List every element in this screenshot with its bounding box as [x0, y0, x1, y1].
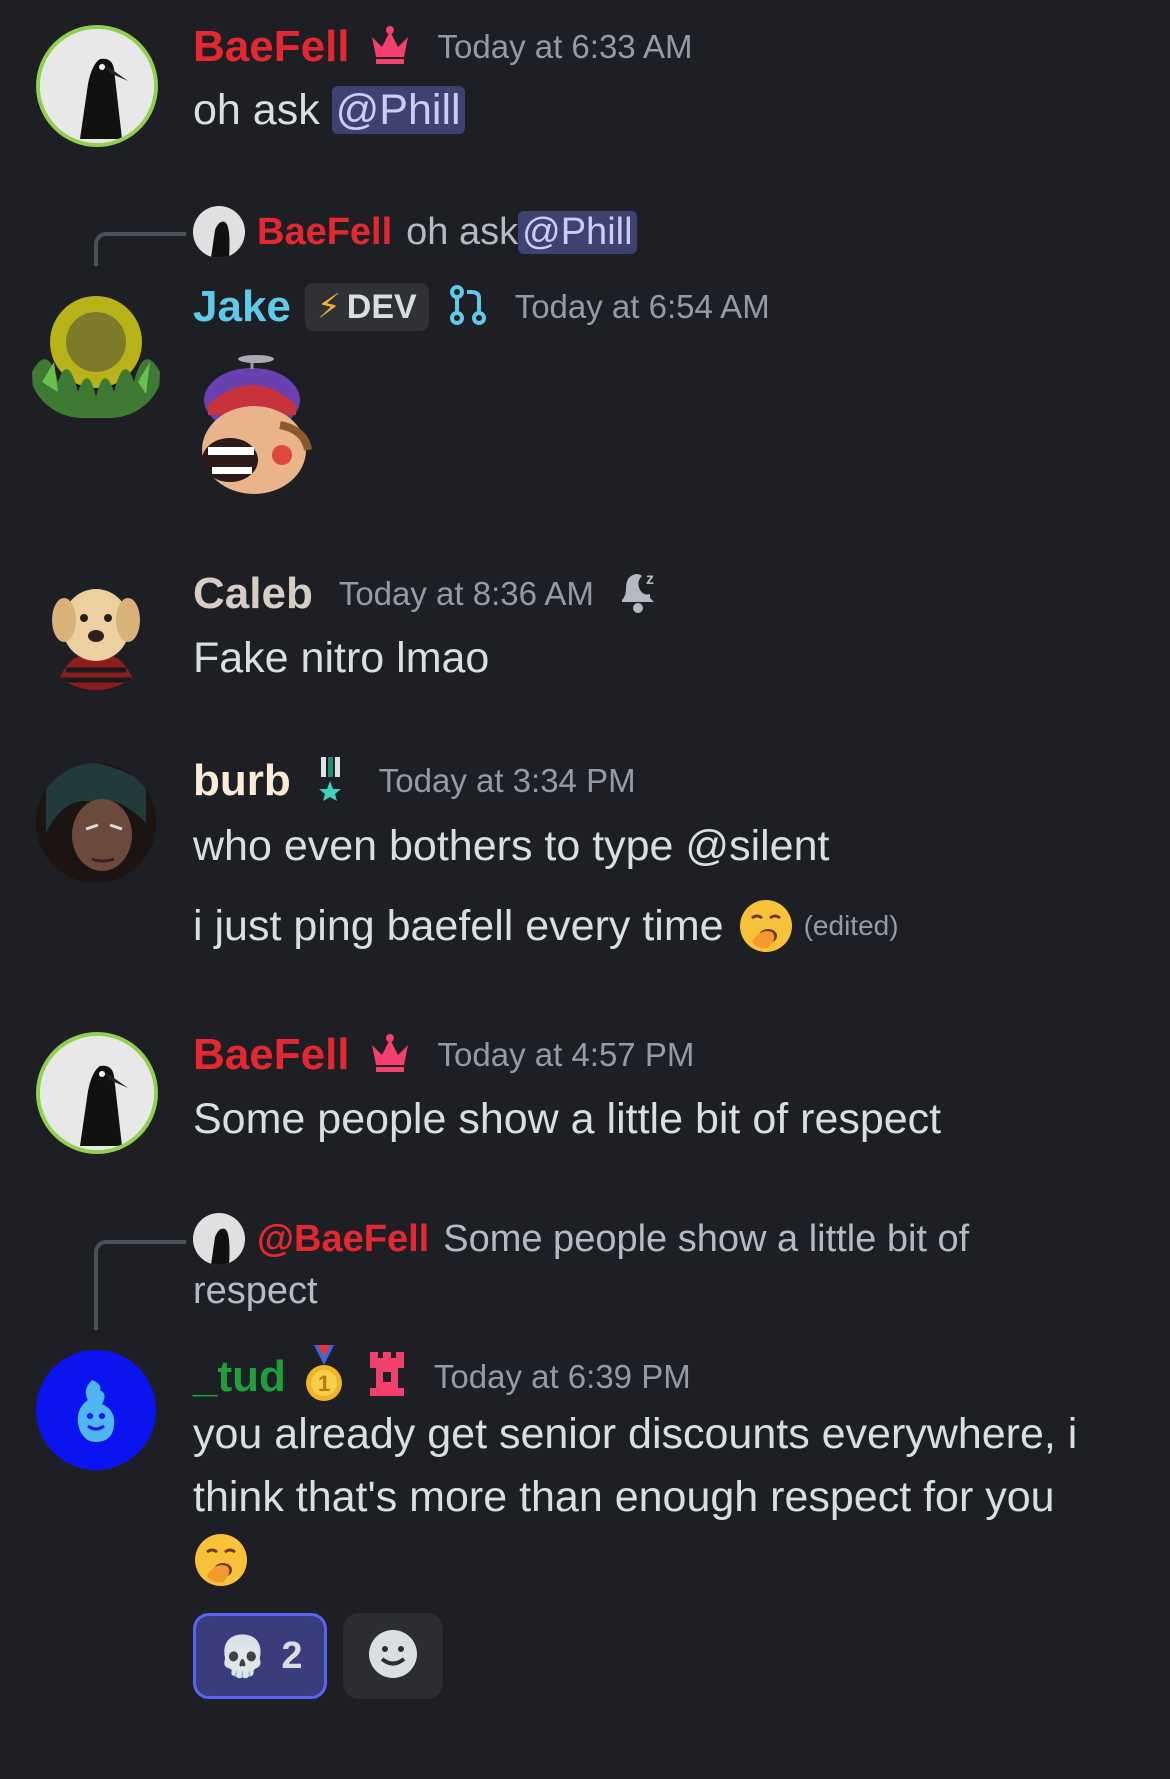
yawning-face-emoji [738, 898, 794, 954]
medal-icon [317, 755, 343, 806]
yawning-face-emoji [193, 1532, 249, 1593]
username[interactable]: Caleb [193, 569, 313, 619]
username[interactable]: BaeFell [193, 22, 350, 72]
add-reaction-button[interactable] [343, 1613, 443, 1699]
timestamp: Today at 6:33 AM [437, 28, 693, 65]
username[interactable]: burb [193, 756, 291, 806]
message-text: oh ask [193, 86, 332, 134]
reply-username[interactable]: @BaeFell [257, 1218, 429, 1261]
reply-avatar [193, 206, 245, 258]
crown-icon [368, 1033, 412, 1078]
avatar-burb[interactable] [36, 763, 156, 883]
first-place-medal-icon: 1 [304, 1345, 344, 1408]
message-text: Some people show a little bit of respect [193, 1095, 942, 1143]
username[interactable]: Jake [193, 282, 291, 332]
smiley-add-icon [367, 1628, 419, 1685]
bell-snooze-icon: z [616, 568, 660, 619]
timestamp: Today at 6:54 AM [514, 288, 770, 325]
reaction-skull[interactable]: 💀 2 [193, 1613, 327, 1699]
edited-label: (edited) [803, 910, 899, 941]
pull-request-icon [447, 284, 489, 331]
custom-emoji-sticker[interactable] [190, 355, 315, 500]
avatar-tud[interactable] [36, 1350, 156, 1470]
dev-badge: ⚡ DEV [304, 283, 429, 331]
reaction-count: 2 [281, 1634, 303, 1677]
reply-connector [94, 1240, 186, 1330]
reply-username[interactable]: BaeFell [257, 211, 392, 254]
reply-text: oh ask [406, 210, 519, 253]
avatar-jake[interactable] [28, 282, 164, 418]
message-text: Fake nitro lmao [193, 634, 490, 682]
castle-rook-icon [366, 1350, 408, 1403]
reply-text: Some people show a little bit of [443, 1217, 970, 1260]
avatar-caleb[interactable] [36, 570, 156, 690]
message-text-line-1: you already get senior discounts everywh… [193, 1410, 1078, 1458]
timestamp: Today at 3:34 PM [378, 761, 636, 799]
timestamp: Today at 6:39 PM [433, 1357, 691, 1395]
dev-badge-label: DEV [346, 287, 417, 326]
message-text-line-2: i just ping baefell every time [193, 901, 724, 950]
avatar-baefell[interactable] [36, 1032, 158, 1154]
message-content: oh ask @Phill [193, 86, 465, 135]
user-mention[interactable]: @Phill [331, 86, 465, 134]
message-content: i just ping baefell every time (edited) [193, 898, 899, 954]
reply-connector [94, 232, 186, 266]
username[interactable]: BaeFell [193, 1030, 350, 1080]
avatar-baefell[interactable] [36, 25, 158, 147]
reply-mention: @Phill [518, 210, 637, 254]
message-text-line-2: think that's more than enough respect fo… [193, 1473, 1055, 1521]
lightning-icon: ⚡ [316, 288, 341, 326]
username[interactable]: _tud [193, 1352, 286, 1402]
timestamp: Today at 8:36 AM [338, 574, 594, 612]
reply-preview[interactable]: @BaeFell Some people show a little bit o… [193, 1213, 969, 1265]
message-text-line-1: who even bothers to type @silent [193, 822, 830, 870]
svg-text:z: z [646, 571, 654, 588]
svg-text:1: 1 [318, 1371, 330, 1396]
timestamp: Today at 4:57 PM [437, 1036, 695, 1073]
reply-text-continued: respect [193, 1270, 318, 1312]
crown-icon [368, 25, 412, 70]
skull-emoji: 💀 [217, 1634, 268, 1679]
reply-preview[interactable]: BaeFell oh ask @Phill [193, 206, 637, 258]
reply-avatar [193, 1213, 245, 1265]
